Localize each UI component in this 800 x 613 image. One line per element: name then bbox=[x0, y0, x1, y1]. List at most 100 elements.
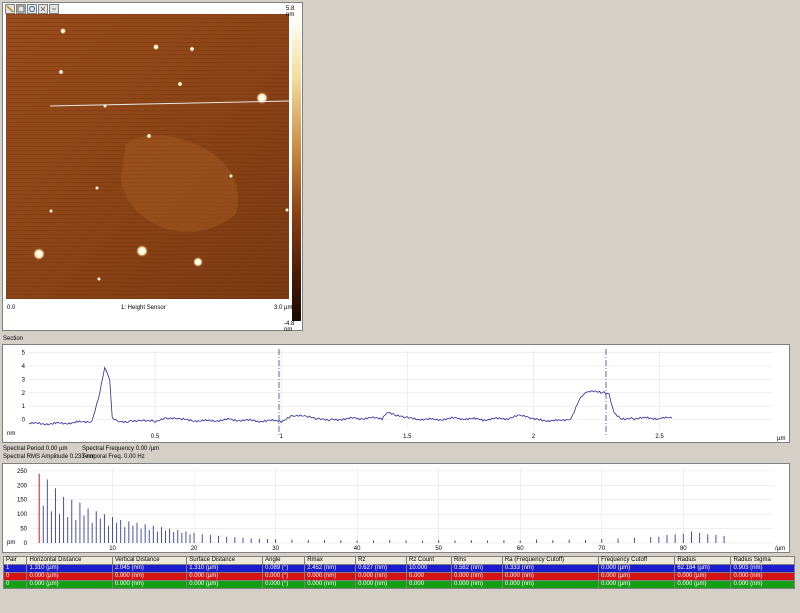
table-cell: 2.452 (nm) bbox=[304, 564, 357, 573]
image-panel: 5.8 nm -4.8 nm 0.0 3.0 µm 1: Height Sens… bbox=[2, 2, 303, 333]
section-x-ticks: 0.5 1 1.5 2 2.5 bbox=[151, 434, 664, 440]
pointer-tool-button[interactable] bbox=[5, 4, 15, 14]
column-header[interactable]: Vertical Distance bbox=[111, 556, 188, 565]
spectrum-x-tick: 30 bbox=[272, 546, 279, 552]
section-y-tick: 3 bbox=[22, 377, 26, 383]
crosshair-icon bbox=[29, 6, 35, 12]
spectrum-x-tick: 20 bbox=[191, 546, 198, 552]
table-row[interactable]: 1 1.310 (µm) 2.045 (nm) 1.310 (µm) 0.089 (°)… bbox=[2, 564, 795, 573]
height-image[interactable] bbox=[6, 14, 289, 299]
spectrum-chart[interactable]: 250 200 150 100 50 0 10 20 30 40 50 60 70 80 pm /µm bbox=[3, 464, 789, 552]
spectrum-y-tick: 150 bbox=[17, 498, 28, 504]
spectrum-grid bbox=[31, 468, 773, 544]
spectrum-x-tick: 80 bbox=[680, 546, 687, 552]
scale-top-label: 5.8 nm bbox=[286, 6, 295, 18]
results-table: Pair Horizontal Distance Vertical Distance… bbox=[2, 556, 795, 589]
section-y-tick: 2 bbox=[22, 391, 26, 397]
temporal-frequency: Temporal Freq. 0.00 Hz bbox=[82, 454, 145, 460]
table-row[interactable]: 0 0.000 (µm) 0.000 (nm) 0.000 (µm) 0.000 (°)… bbox=[2, 572, 795, 581]
scale-bottom-label: -4.8 nm bbox=[284, 321, 295, 333]
spectral-frequency: Spectral Frequency 0.00 /µm bbox=[82, 446, 160, 452]
table-cell: 0.000 (nm) bbox=[355, 580, 408, 589]
spectrum-y-tick: 250 bbox=[17, 469, 28, 475]
column-header[interactable]: Rmax bbox=[304, 556, 357, 565]
table-cell: 62.184 (µm) bbox=[674, 564, 732, 573]
table-cell: 0.000 (µm) bbox=[598, 572, 676, 581]
table-cell: 0.000 (nm) bbox=[450, 572, 503, 581]
table-cell: 0.000 (nm) bbox=[111, 572, 188, 581]
table-cell: 0.000 (°) bbox=[262, 572, 306, 581]
column-header[interactable]: Horizontal Distance bbox=[26, 556, 113, 565]
table-cell: 0.000 (nm) bbox=[501, 572, 600, 581]
table-cell: 0.000 (µm) bbox=[26, 580, 113, 589]
table-cell: 0.582 (nm) bbox=[450, 564, 503, 573]
table-cell: 0.000 (nm) bbox=[730, 572, 795, 581]
table-cell: 1.310 (µm) bbox=[186, 564, 264, 573]
spectrum-x-tick: 10 bbox=[109, 546, 116, 552]
spectrum-y-unit: pm bbox=[7, 540, 15, 546]
section-title: Section bbox=[3, 336, 24, 342]
spectrum-panel: 250 200 150 100 50 0 10 20 30 40 50 60 70 80 pm /µm bbox=[2, 463, 790, 553]
spectrum-x-tick: 70 bbox=[598, 546, 605, 552]
table-cell: 0 bbox=[2, 580, 28, 589]
spectrum-x-tick: 40 bbox=[354, 546, 361, 552]
column-header[interactable]: Surface Distance bbox=[186, 556, 264, 565]
spectrum-x-tick: 60 bbox=[517, 546, 524, 552]
table-cell: 0.000 (µm) bbox=[674, 572, 732, 581]
column-header[interactable]: Angle bbox=[262, 556, 306, 565]
column-header[interactable]: Radius Sigma bbox=[730, 556, 795, 565]
table-cell: 0.000 (µm) bbox=[598, 564, 676, 573]
section-y-tick: 5 bbox=[22, 351, 26, 357]
table-cell: 0.333 (nm) bbox=[501, 564, 600, 573]
table-cell: 0.000 (nm) bbox=[111, 580, 188, 589]
section-profile-line bbox=[28, 366, 673, 426]
axis-start-label: 0.0 bbox=[7, 305, 16, 311]
zoom-tool-button[interactable] bbox=[16, 4, 26, 14]
table-cell: 0 bbox=[2, 572, 28, 581]
section-chart[interactable]: 5 4 3 2 1 0 0.5 1 1.5 2 2.5 nm µm bbox=[3, 345, 789, 442]
spectrum-y-tick: 200 bbox=[17, 483, 28, 489]
spectrum-x-unit: /µm bbox=[775, 546, 785, 552]
column-header[interactable]: Pair bbox=[2, 556, 28, 565]
table-cell: 1 bbox=[2, 564, 28, 573]
table-cell: 0.000 (µm) bbox=[186, 572, 264, 581]
table-cell: 0.000 (nm) bbox=[304, 572, 357, 581]
minus-tool-button[interactable] bbox=[49, 4, 59, 14]
column-header[interactable]: Rms bbox=[450, 556, 503, 565]
pointer-icon bbox=[6, 5, 14, 13]
section-y-unit: nm bbox=[7, 431, 15, 437]
spectrum-y-tick: 0 bbox=[24, 541, 28, 547]
spectrum-x-tick: 50 bbox=[435, 546, 442, 552]
table-cell: 0.000 bbox=[406, 580, 452, 589]
table-cell: 0.000 (nm) bbox=[304, 580, 357, 589]
table-cell: 0.000 (nm) bbox=[450, 580, 503, 589]
table-cell: 0.627 (nm) bbox=[355, 564, 408, 573]
cross-tool-button[interactable] bbox=[38, 4, 48, 14]
table-cell: 10.000 bbox=[406, 564, 452, 573]
column-header[interactable]: Frequency Cutoff bbox=[598, 556, 676, 565]
table-cell: 0.089 (°) bbox=[262, 564, 306, 573]
table-cell: 0.000 (°) bbox=[262, 580, 306, 589]
zoom-icon bbox=[17, 5, 25, 13]
table-header-row: Pair Horizontal Distance Vertical Distance… bbox=[2, 556, 795, 565]
column-header[interactable]: Ra (Frequency Cutoff) bbox=[501, 556, 600, 565]
section-x-tick: 2 bbox=[532, 434, 536, 440]
spectral-period: Spectral Period 0.00 µm bbox=[3, 446, 68, 452]
minus-icon bbox=[52, 8, 56, 10]
channel-label: 1: Height Sensor bbox=[121, 305, 166, 311]
table-cell: 0.000 (µm) bbox=[186, 580, 264, 589]
spectrum-bars bbox=[38, 473, 725, 543]
section-x-unit: µm bbox=[777, 436, 785, 442]
section-x-tick: 1.5 bbox=[403, 434, 412, 440]
table-cell: 1.310 (µm) bbox=[26, 564, 113, 573]
table-cell: 0.000 bbox=[406, 572, 452, 581]
table-cell: 0.903 (nm) bbox=[730, 564, 795, 573]
table-row[interactable]: 0 0.000 (µm) 0.000 (nm) 0.000 (µm) 0.000 (°)… bbox=[2, 580, 795, 589]
column-header[interactable]: Radius bbox=[674, 556, 732, 565]
column-header[interactable]: Rz Count bbox=[406, 556, 452, 565]
table-cell: 0.000 (µm) bbox=[26, 572, 113, 581]
column-header[interactable]: Rz bbox=[355, 556, 408, 565]
section-x-tick: 2.5 bbox=[655, 434, 664, 440]
crosshair-tool-button[interactable] bbox=[27, 4, 37, 14]
section-y-tick: 1 bbox=[22, 404, 26, 410]
